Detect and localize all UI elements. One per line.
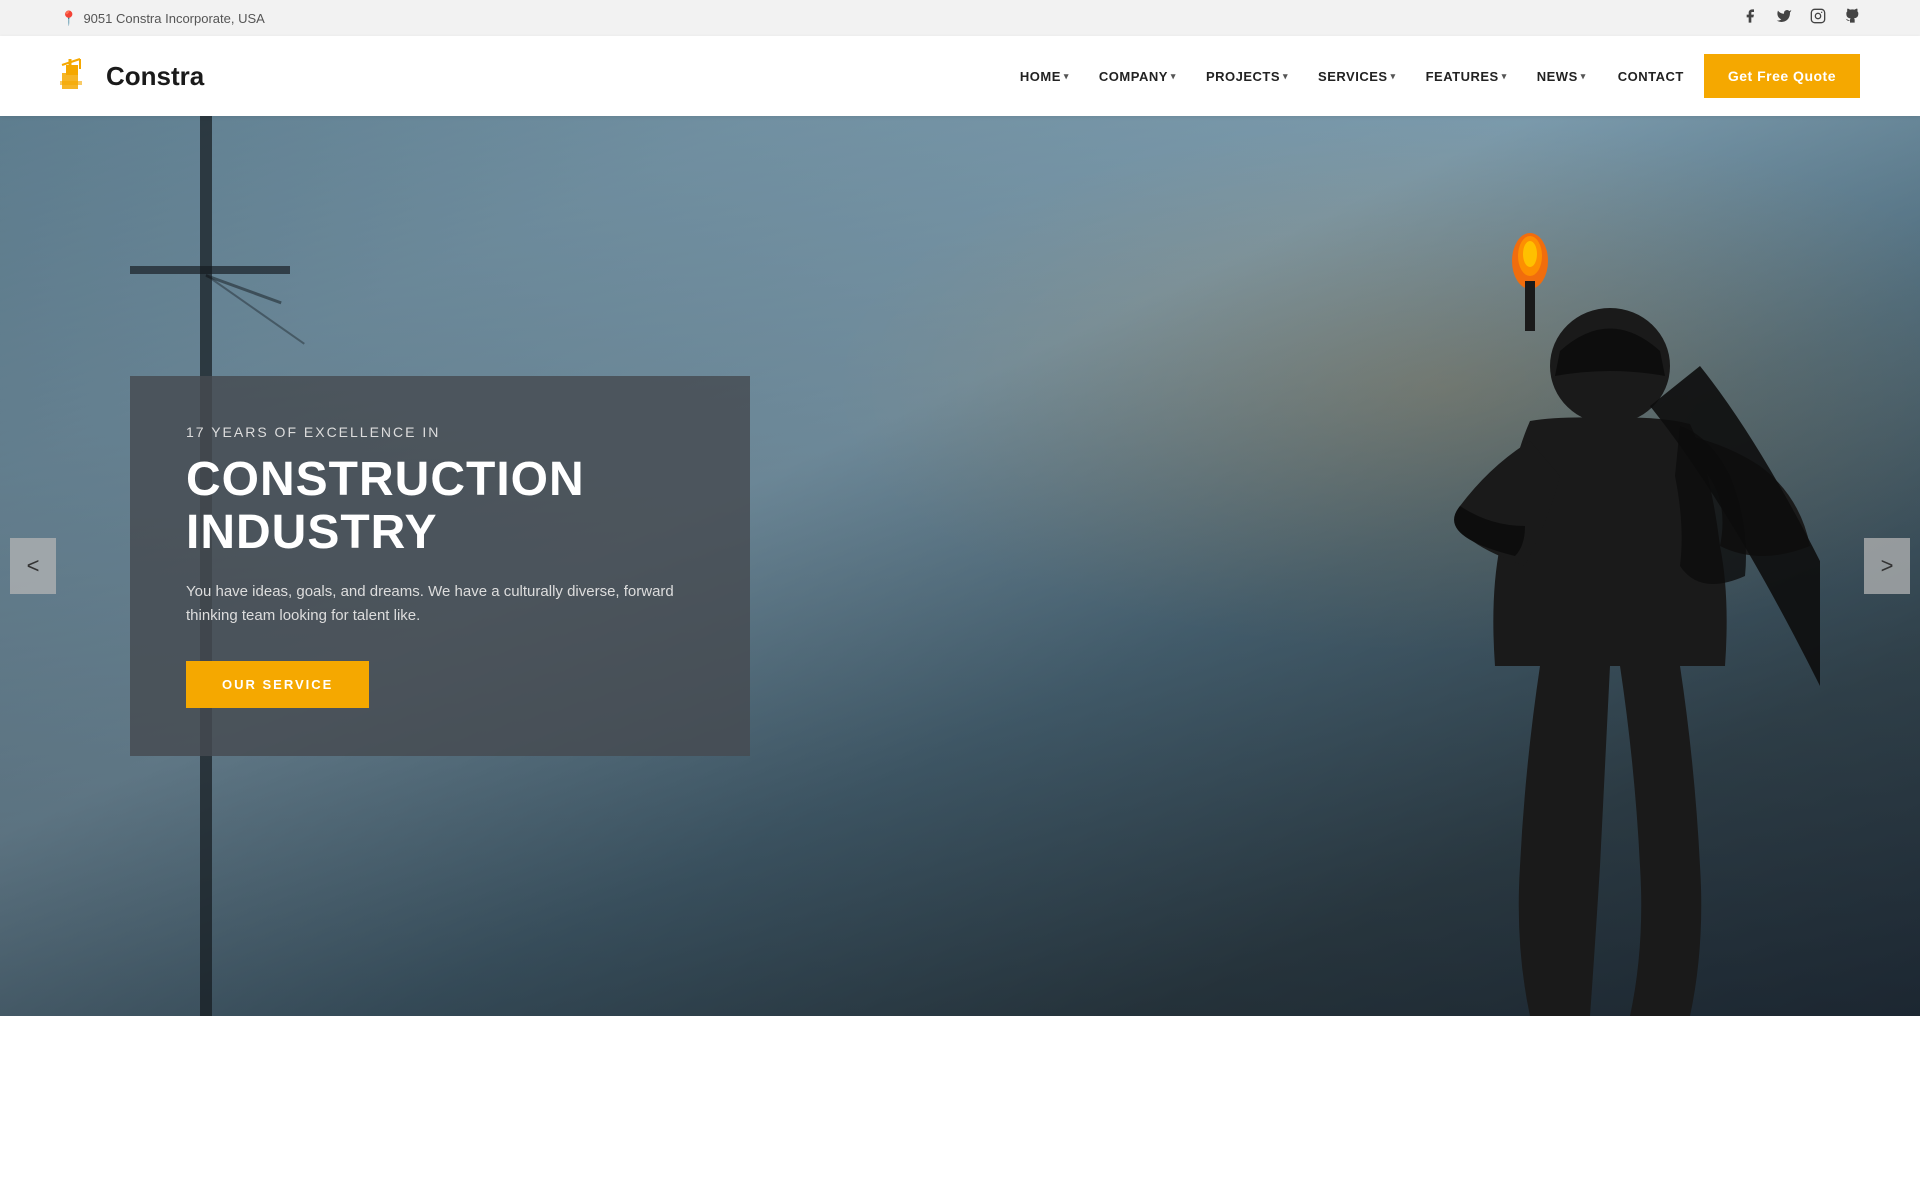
nav-features[interactable]: FEATURES ▾ <box>1414 61 1519 92</box>
nav-home[interactable]: HOME ▾ <box>1008 61 1081 92</box>
facebook-icon[interactable] <box>1742 8 1758 28</box>
hero-section: 17 YEARS OF EXCELLENCE IN CONSTRUCTION I… <box>0 116 1920 1016</box>
chevron-down-icon: ▾ <box>1064 71 1069 82</box>
chevron-down-icon: ▾ <box>1502 71 1507 82</box>
instagram-icon[interactable] <box>1810 8 1826 28</box>
chevron-down-icon: ▾ <box>1581 71 1586 82</box>
logo[interactable]: Constra <box>60 55 204 98</box>
nav-news[interactable]: NEWS ▾ <box>1525 61 1598 92</box>
twitter-icon[interactable] <box>1776 8 1792 28</box>
our-service-button[interactable]: OUR SERVICE <box>186 661 369 708</box>
logo-icon <box>60 55 98 98</box>
nav-projects[interactable]: PROJECTS ▾ <box>1194 61 1300 92</box>
nav-contact[interactable]: CONTACT <box>1604 61 1698 92</box>
header: Constra HOME ▾ COMPANY ▾ PROJECTS ▾ SERV… <box>0 36 1920 116</box>
address-text: 9051 Constra Incorporate, USA <box>83 11 264 26</box>
location-icon: 📍 <box>60 10 77 27</box>
nav-company[interactable]: COMPANY ▾ <box>1087 61 1188 92</box>
slider-prev-button[interactable]: < <box>10 538 56 594</box>
chevron-down-icon: ▾ <box>1391 71 1396 82</box>
hero-description: You have ideas, goals, and dreams. We ha… <box>186 580 694 630</box>
top-bar: 📍 9051 Constra Incorporate, USA <box>0 0 1920 36</box>
get-quote-button[interactable]: Get Free Quote <box>1704 54 1860 98</box>
logo-text: Constra <box>106 61 204 92</box>
hero-title: CONSTRUCTION INDUSTRY <box>186 454 694 560</box>
nav-services[interactable]: SERVICES ▾ <box>1306 61 1408 92</box>
social-links <box>1742 8 1860 28</box>
worker-silhouette <box>1220 166 1820 1016</box>
chevron-down-icon: ▾ <box>1283 71 1288 82</box>
hero-subtitle: 17 YEARS OF EXCELLENCE IN <box>186 424 694 440</box>
address-bar: 📍 9051 Constra Incorporate, USA <box>60 10 265 27</box>
hero-content: 17 YEARS OF EXCELLENCE IN CONSTRUCTION I… <box>130 376 750 756</box>
chevron-down-icon: ▾ <box>1171 71 1176 82</box>
main-nav: HOME ▾ COMPANY ▾ PROJECTS ▾ SERVICES ▾ F… <box>1008 54 1860 98</box>
slider-next-button[interactable]: > <box>1864 538 1910 594</box>
github-icon[interactable] <box>1844 8 1860 28</box>
